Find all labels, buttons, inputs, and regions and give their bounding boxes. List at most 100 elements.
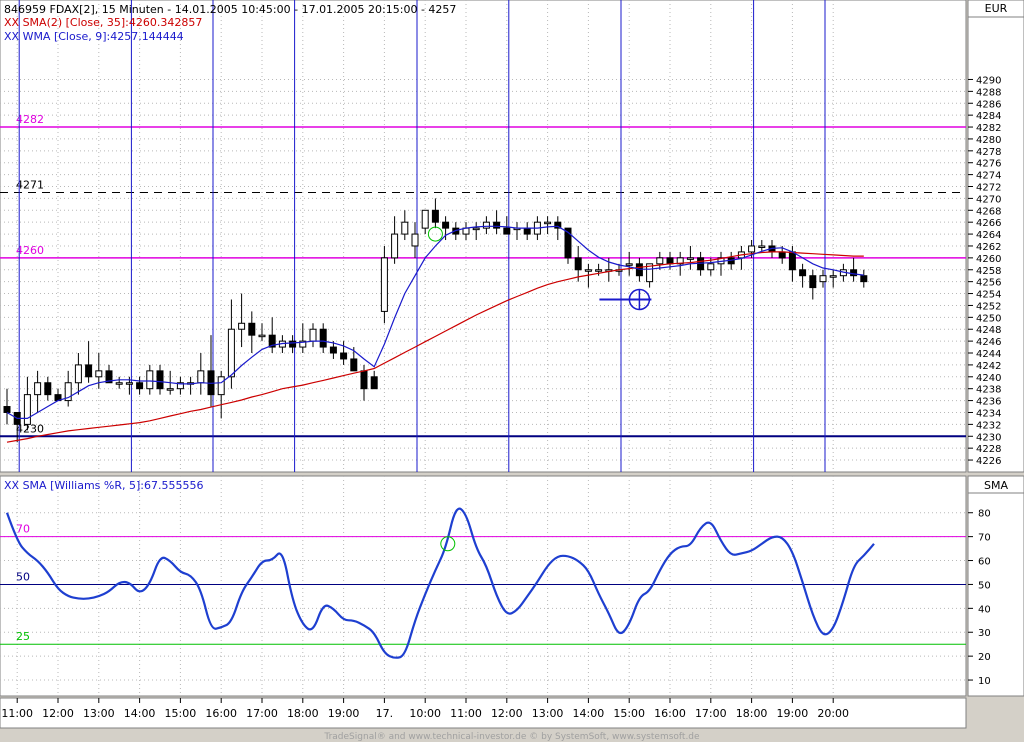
indicator-axis-label: SMA [984,479,1008,492]
price-tick-label: 4250 [976,313,1001,324]
price-tick-label: 4284 [976,111,1001,122]
indicator-tick-label: 60 [978,557,991,568]
candle-body [778,251,786,259]
candle-body [707,263,715,271]
candle-body [166,388,174,391]
candle-body [391,233,399,259]
indicator-legend: XX SMA [Williams %R, 5]:67.555556 [4,479,203,492]
price-tick-label: 4290 [976,75,1001,86]
time-tick-label: 13:00 [532,707,564,720]
chart-canvas: 4282427142604230 705025 4226422842304232… [0,0,1024,742]
footer-credit: TradeSignal® and www.technical-investor.… [323,732,700,742]
candle-body [197,370,205,384]
candle-body [248,322,256,336]
candle-body [442,221,450,229]
indicator-tick-label: 30 [978,628,991,639]
time-tick-label: 11:00 [450,707,482,720]
price-tick-label: 4246 [976,337,1001,348]
candle-body [493,221,501,229]
price-tick-label: 4230 [976,432,1001,443]
time-tick-label: 18:00 [287,707,319,720]
time-tick-label: 11:00 [1,707,33,720]
indicator-axis-panel[interactable] [967,475,1024,697]
indicator-level-label: 25 [16,630,30,643]
candle-body [3,406,11,413]
candle-body [156,370,164,390]
time-tick-label: 15:00 [613,707,645,720]
price-tick-label: 4256 [976,278,1001,289]
candle-body [380,257,388,312]
candle-body [860,275,868,283]
candle-body [482,221,490,229]
time-tick-label: 17. [376,707,394,720]
candle-body [809,275,817,289]
price-tick-label: 4270 [976,194,1001,205]
candle-body [758,245,766,248]
candle-body [421,209,429,229]
price-tick-label: 4244 [976,349,1001,360]
candle-body [819,275,827,283]
price-tick-label: 4236 [976,397,1001,408]
price-tick-label: 4254 [976,290,1001,301]
candle-body [350,358,358,372]
price-tick-label: 4238 [976,385,1001,396]
chart-title: 846959 FDAX[2], 15 Minuten - 14.01.2005 … [4,3,456,16]
time-tick-label: 16:00 [205,707,237,720]
time-tick-label: 16:00 [654,707,686,720]
time-tick-label: 17:00 [246,707,278,720]
candle-body [227,328,235,378]
wma-legend: XX WMA [Close, 9]:4257.144444 [4,30,184,43]
price-tick-label: 4280 [976,135,1001,146]
candle-body [340,352,348,360]
currency-label: EUR [985,2,1008,15]
candle-body [431,209,439,223]
candle-body [625,263,633,266]
price-plot-area[interactable] [0,0,967,473]
candle-body [595,269,603,272]
time-tick-label: 13:00 [83,707,115,720]
time-tick-label: 10:00 [409,707,441,720]
candle-body [472,227,480,231]
candle-body [829,275,837,278]
candle-body [503,227,511,235]
candle-body [401,221,409,235]
candle-body [34,382,42,396]
price-tick-label: 4242 [976,361,1001,372]
candle-body [666,257,674,265]
indicator-plot-area[interactable] [0,475,967,697]
time-tick-label: 15:00 [165,707,197,720]
price-tick-label: 4286 [976,99,1001,110]
price-level-label: 4282 [16,113,44,126]
indicator-level-label: 70 [16,523,30,536]
price-tick-label: 4282 [976,123,1001,134]
time-tick-label: 19:00 [777,707,809,720]
candle-body [370,376,378,390]
candle-body [217,376,225,396]
price-tick-label: 4240 [976,373,1001,384]
time-tick-label: 20:00 [817,707,849,720]
candle-body [656,257,664,265]
price-tick-label: 4262 [976,242,1001,253]
candle-body [146,370,154,390]
candle-body [574,257,582,271]
candle-body [319,328,327,348]
indicator-tick-label: 20 [978,652,991,663]
price-tick-label: 4268 [976,206,1001,217]
price-tick-label: 4248 [976,325,1001,336]
candle-body [125,382,133,385]
price-tick-label: 4272 [976,183,1001,194]
indicator-level-label: 50 [16,570,30,583]
indicator-tick-label: 70 [978,533,991,544]
price-tick-label: 4226 [976,456,1001,467]
candle-body [23,394,31,425]
price-tick-label: 4234 [976,408,1001,419]
candle-body [411,233,419,247]
price-level-label: 4271 [16,178,44,191]
price-tick-label: 4266 [976,218,1001,229]
time-tick-label: 14:00 [573,707,605,720]
candle-body [686,257,694,260]
price-tick-label: 4276 [976,159,1001,170]
time-tick-label: 17:00 [695,707,727,720]
candle-body [95,370,103,378]
price-tick-label: 4264 [976,230,1001,241]
